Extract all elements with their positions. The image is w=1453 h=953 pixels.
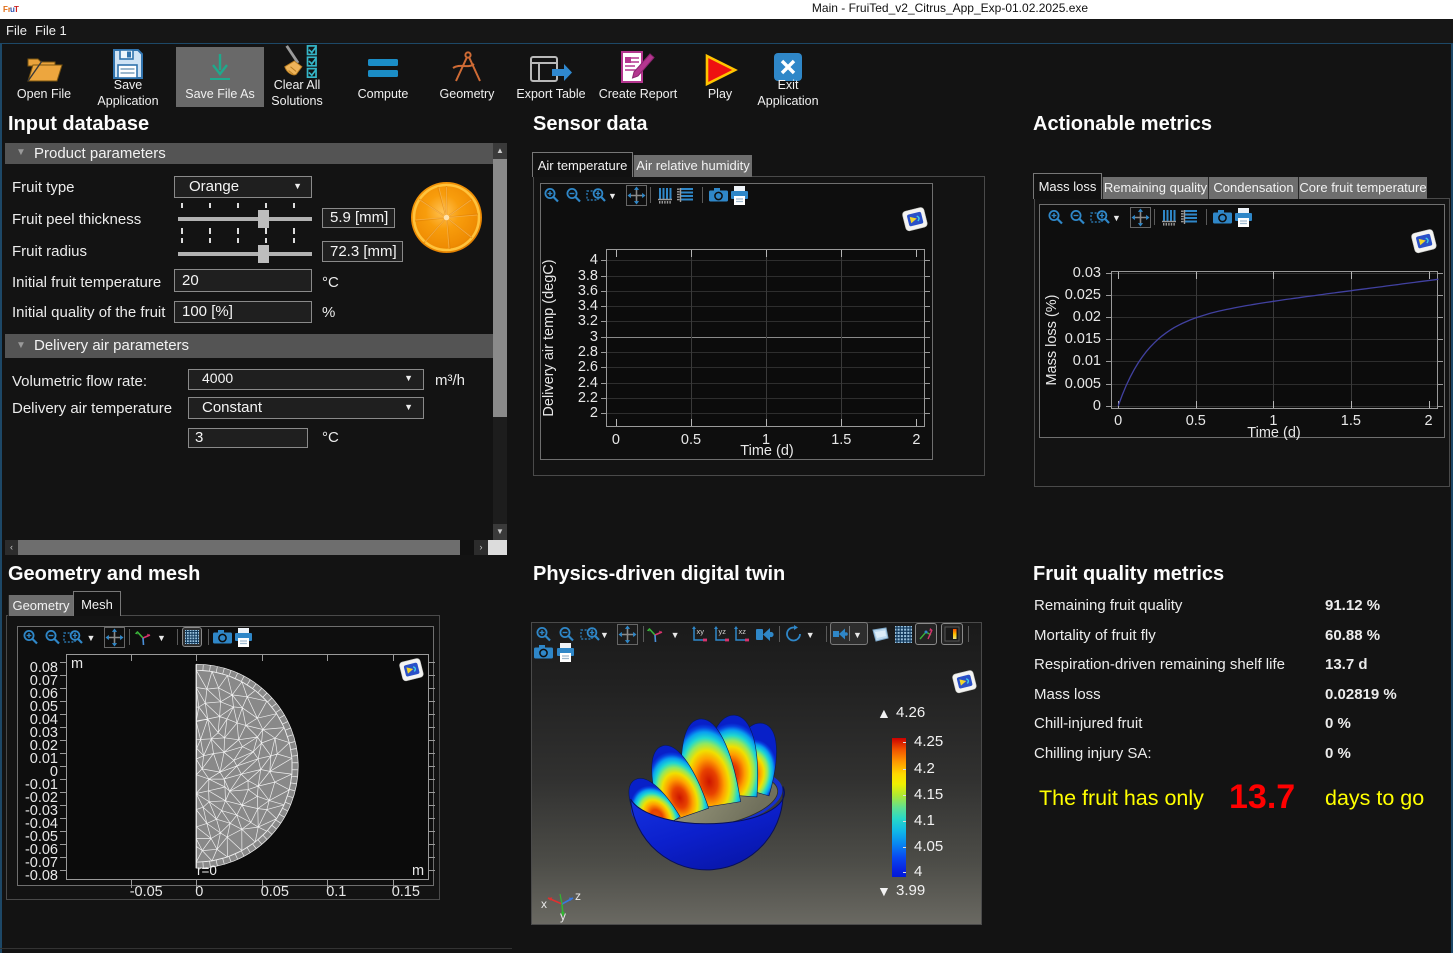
svg-text:z: z [575, 889, 581, 903]
svg-text:x: x [541, 897, 547, 911]
svg-text:y: y [560, 909, 566, 923]
